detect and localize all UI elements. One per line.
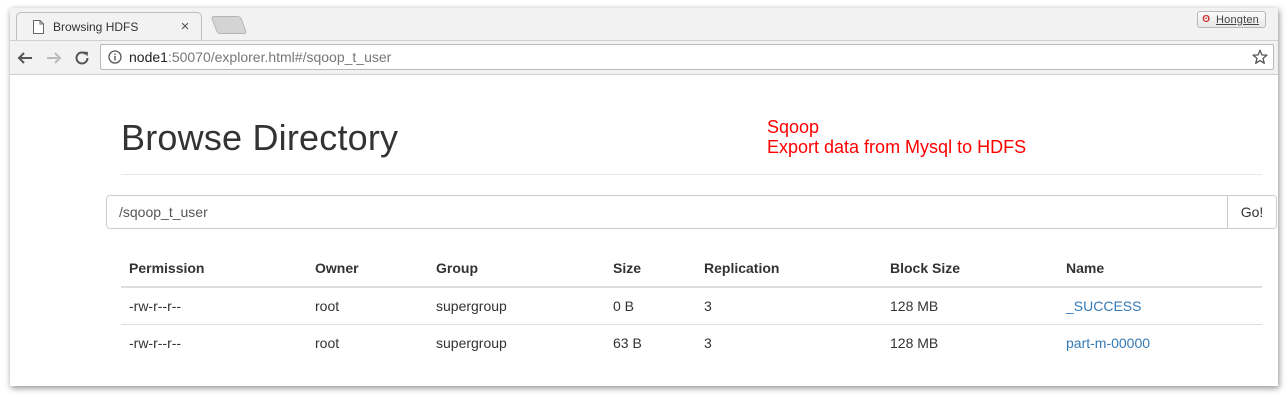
bookmark-star-icon[interactable]: [1251, 48, 1269, 66]
tab-strip: Browsing HDFS × ʘ Hongten: [10, 8, 1278, 41]
address-bar[interactable]: node1:50070/explorer.html#/sqoop_t_user: [100, 44, 1274, 70]
new-tab-button[interactable]: [210, 16, 248, 34]
column-header-name[interactable]: Name: [1058, 249, 1262, 288]
back-button[interactable]: [14, 47, 36, 69]
browser-tab[interactable]: Browsing HDFS ×: [16, 12, 202, 40]
browser-toolbar: node1:50070/explorer.html#/sqoop_t_user: [10, 41, 1278, 75]
reload-button[interactable]: [71, 47, 93, 69]
directory-path-input[interactable]: [106, 195, 1228, 229]
cell-replication: 3: [696, 287, 882, 325]
cell-block-size: 128 MB: [890, 335, 939, 351]
page-title: Browse Directory: [121, 117, 399, 158]
reload-icon: [75, 51, 89, 65]
table-row: -rw-r--r-- root supergroup 0 B 3 128 MB …: [121, 287, 1262, 325]
table-header-row: Permission Owner Group Size Replication …: [121, 249, 1262, 288]
cell-size: 63 B: [613, 335, 642, 351]
cell-name: part-m-00000: [1058, 325, 1262, 362]
column-header-permission[interactable]: Permission: [121, 249, 307, 288]
page-icon: [31, 19, 45, 35]
cell-owner: root: [315, 335, 340, 351]
forward-button[interactable]: [43, 47, 65, 69]
back-arrow-icon: [17, 52, 32, 64]
cell-block-size: 128 MB: [882, 287, 1058, 325]
forward-arrow-icon: [47, 52, 62, 64]
cell-replication: 3: [704, 335, 712, 351]
column-header-group[interactable]: Group: [428, 249, 605, 288]
annotation-line-1: Sqoop: [767, 117, 820, 137]
cell-group: supergroup: [428, 287, 605, 325]
annotation-line-2: Export data from Mysql to HDFS: [767, 137, 1027, 157]
info-icon[interactable]: [107, 49, 123, 65]
browser-window: Browsing HDFS × ʘ Hongten node1:50070/ex…: [10, 8, 1278, 386]
column-header-replication[interactable]: Replication: [696, 249, 882, 288]
page-content: Browse Directory Sqoop Export data from …: [10, 75, 1278, 386]
cell-size: 0 B: [605, 287, 696, 325]
file-table: Permission Owner Group Size Replication …: [121, 249, 1262, 361]
file-link-success[interactable]: _SUCCESS: [1066, 298, 1141, 314]
profile-name: Hongten: [1216, 13, 1259, 26]
cell-permission: -rw-r--r--: [121, 287, 307, 325]
file-link-part-m-00000[interactable]: part-m-00000: [1066, 335, 1150, 351]
tab-title: Browsing HDFS: [53, 19, 139, 34]
column-header-size[interactable]: Size: [605, 249, 696, 288]
cell-permission: -rw-r--r--: [129, 335, 182, 351]
profile-button[interactable]: ʘ Hongten: [1197, 11, 1266, 28]
header-divider: [121, 174, 1262, 175]
table-row: -rw-r--r-- root supergroup 63 B 3 128 MB…: [121, 325, 1262, 362]
cell-owner: root: [307, 287, 428, 325]
go-button[interactable]: Go!: [1227, 195, 1277, 229]
cell-group: supergroup: [436, 335, 507, 351]
column-header-owner[interactable]: Owner: [307, 249, 428, 288]
url-host: node1: [129, 49, 168, 65]
url-path: :50070/explorer.html#/sqoop_t_user: [167, 49, 392, 65]
annotation-text: Sqoop Export data from Mysql to HDFS: [767, 117, 1026, 157]
column-header-block-size[interactable]: Block Size: [882, 249, 1058, 288]
close-icon[interactable]: ×: [177, 18, 193, 35]
url-text: node1:50070/explorer.html#/sqoop_t_user: [129, 49, 1251, 65]
profile-icon: ʘ: [1202, 14, 1210, 25]
cell-name: _SUCCESS: [1058, 287, 1262, 325]
